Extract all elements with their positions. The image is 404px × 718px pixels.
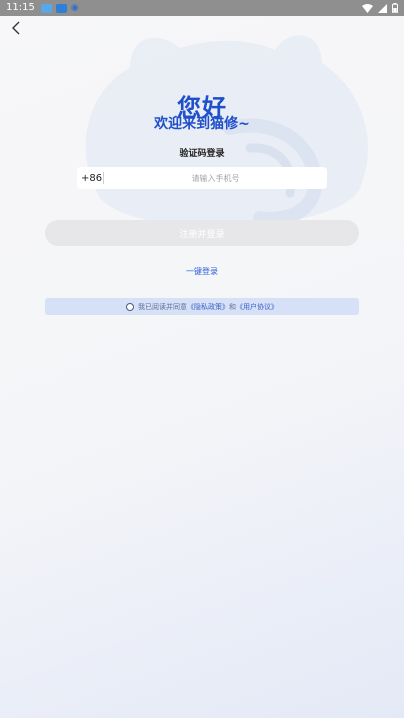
notification-app-icon xyxy=(55,3,67,13)
status-indicators xyxy=(362,3,398,13)
agreement-and: 和 xyxy=(229,302,236,311)
notification-app-icon xyxy=(40,3,52,13)
greeting-subtitle: 欢迎来到猫修~ xyxy=(154,116,250,132)
battery-icon xyxy=(392,3,398,13)
status-bar: 11:15 ◉ xyxy=(0,0,404,16)
chevron-left-icon xyxy=(12,21,20,35)
phone-input-row: +86 xyxy=(77,167,327,189)
status-time: 11:15 xyxy=(6,2,35,13)
agreement-prefix: 我已阅读并同意 xyxy=(138,302,187,311)
one-click-login-link[interactable]: 一键登录 xyxy=(0,266,404,277)
agreement-bar: 我已阅读并同意 《隐私政策》 和 《用户协议》 xyxy=(45,298,359,315)
register-login-button[interactable]: 注册并登录 xyxy=(45,220,359,246)
user-agreement-link[interactable]: 《用户协议》 xyxy=(236,302,278,312)
agree-radio[interactable] xyxy=(126,302,134,311)
back-button[interactable] xyxy=(6,18,26,38)
background-cat-illustration xyxy=(85,35,368,228)
login-type-label: 验证码登录 xyxy=(179,149,225,159)
signal-icon xyxy=(378,3,387,13)
phone-input[interactable] xyxy=(104,167,327,189)
privacy-policy-link[interactable]: 《隐私政策》 xyxy=(187,302,229,312)
eye-icon: ◉ xyxy=(70,3,79,13)
wifi-icon xyxy=(362,3,373,13)
country-code[interactable]: +86 xyxy=(77,173,103,184)
